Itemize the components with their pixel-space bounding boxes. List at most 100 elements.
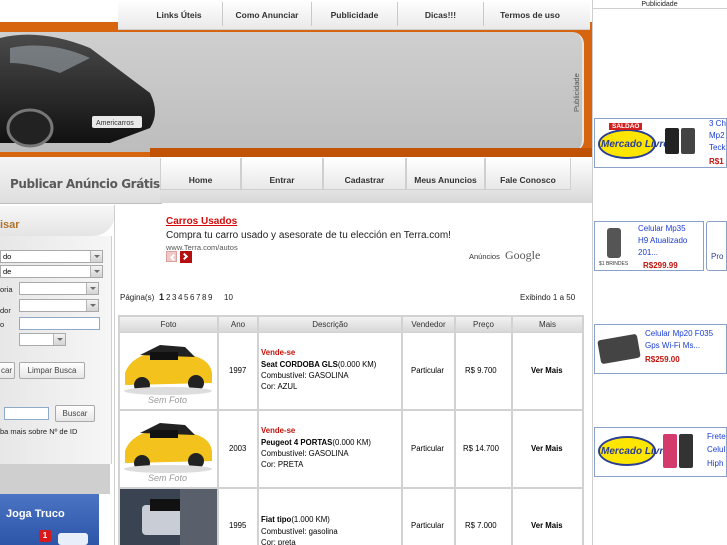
col-header-ano: Ano (219, 317, 257, 332)
chevron-down-icon (86, 300, 98, 311)
ad-link-line[interactable]: Teck (709, 142, 725, 154)
page-link-3[interactable]: 3 (172, 293, 176, 302)
banner-car-image: Americarros (0, 34, 155, 148)
row-color: Cor: AZUL (261, 382, 298, 391)
no-photo-label: Sem Foto (148, 473, 188, 483)
nav-cadastrar[interactable]: Cadastrar (323, 158, 406, 190)
row-title-line[interactable]: Seat CORDOBA GLS(0.000 KM) (261, 360, 376, 369)
page-link-6[interactable]: 6 (190, 293, 194, 302)
page-link-5[interactable]: 5 (184, 293, 188, 302)
row-price-cell: R$ 9.700 (456, 333, 511, 409)
search-select-2[interactable]: de (0, 265, 103, 278)
publicar-anuncio-link[interactable]: Publicar Anúncio Grátis (10, 177, 160, 191)
page-link-4[interactable]: 4 (178, 293, 182, 302)
id-help-text: ba mais sobre Nº de ID (0, 427, 78, 436)
ad-link-line[interactable]: Frete (707, 431, 726, 443)
nav-fale-conosco[interactable]: Fale Conosco (485, 158, 571, 190)
col-header-mais: Mais (513, 317, 582, 332)
page-link-9[interactable]: 9 (208, 293, 212, 302)
ad-link-line[interactable]: Celular Mp35 (638, 223, 686, 235)
ad-link-line[interactable]: Celul (707, 444, 725, 456)
ad-banner-4[interactable]: Mercado Livre Frete Celul Hiph (594, 427, 727, 477)
ad-next-button[interactable] (180, 251, 192, 263)
ad-link-line[interactable]: 201... (638, 247, 658, 259)
row-photo-cell: Sem Foto (120, 333, 217, 409)
top-nav-como-anunciar[interactable]: Como Anunciar (223, 0, 311, 28)
ad-title-link[interactable]: Carros Usados (166, 216, 237, 227)
top-nav-links-uteis[interactable]: Links Úteis (136, 0, 222, 28)
top-nav-publicidade[interactable]: Publicidade (312, 0, 397, 28)
search-select-4[interactable] (19, 333, 66, 346)
ad-banner-2-next[interactable]: Pro (706, 221, 727, 271)
row-seller-cell: Particular (403, 411, 454, 487)
page-link-8[interactable]: 8 (202, 293, 206, 302)
page-link-2[interactable]: 2 (166, 293, 170, 302)
ad-link-line[interactable]: H9 Atualizado (638, 235, 687, 247)
ad-price: R$299.99 (643, 261, 678, 270)
banner-advertising-label: Publicidade (572, 73, 581, 112)
col-header-foto: Foto (120, 317, 217, 332)
ad-banner-2[interactable]: $1 BRINDES Celular Mp35 H9 Atualizado 20… (594, 221, 704, 271)
phone-icon (597, 333, 641, 365)
ver-mais-link[interactable]: Ver Mais (531, 366, 563, 375)
ad-link-line[interactable]: Hiph (707, 458, 723, 470)
phone-icon (681, 128, 695, 154)
car-plate-text: Americarros (96, 120, 134, 127)
phone-icon (663, 434, 677, 468)
row-tag: Vende-se (261, 426, 296, 435)
google-logo: Google (505, 248, 541, 262)
category-select[interactable] (19, 282, 99, 295)
ad-banner-3[interactable]: Celular Mp20 F035 Gps Wi-Fi Ms... R$259.… (594, 324, 727, 374)
page-link-10[interactable]: 10 (224, 293, 233, 302)
ad-link-line[interactable]: Gps Wi-Fi Ms... (645, 340, 700, 352)
car-photo[interactable] (120, 489, 217, 545)
mercado-livre-text: Mercado Livre (601, 139, 669, 150)
search-select-3[interactable] (19, 299, 99, 312)
ad-link-line[interactable]: Celular Mp20 F035 (645, 328, 713, 340)
top-nav-dicas[interactable]: Dicas!!! (398, 0, 483, 28)
chevron-down-icon (86, 283, 98, 294)
ad-prev-button[interactable] (166, 251, 178, 262)
ver-mais-link[interactable]: Ver Mais (531, 521, 563, 530)
row-title-line[interactable]: Fiat tipo(1.000 KM) (261, 515, 330, 524)
row-price-cell: R$ 14.700 (456, 411, 511, 487)
joga-truco-title: Joga Truco (6, 508, 65, 520)
ad-link-line[interactable]: 3 Ch (709, 118, 726, 130)
row-seller-cell: Particular (403, 333, 454, 409)
page-link-1[interactable]: 1 (159, 292, 164, 302)
vendor-label: dor (0, 306, 11, 315)
row-more-cell: Ver Mais (513, 489, 582, 545)
search-select-1[interactable]: do (0, 250, 103, 263)
top-nav-termos-de-uso[interactable]: Termos de uso (484, 0, 576, 28)
row-price: R$ 7.000 (465, 521, 497, 530)
row-year: 1995 (229, 521, 247, 530)
nav-home[interactable]: Home (160, 158, 241, 190)
chevron-down-icon (53, 334, 65, 345)
page-link-7[interactable]: 7 (196, 293, 200, 302)
row-fuel: Combustível: GASOLINA (261, 449, 349, 458)
ver-mais-link[interactable]: Ver Mais (531, 444, 563, 453)
id-input[interactable] (4, 407, 49, 420)
search-button[interactable]: car (0, 362, 15, 379)
row-title-line[interactable]: Peugeot 4 PORTAS(0.000 KM) (261, 438, 371, 447)
results-summary: Exibindo 1 a 50 (520, 293, 576, 302)
search-panel-title: isar (0, 219, 20, 231)
nav-meus-anuncios[interactable]: Meus Anuncios (406, 158, 485, 190)
ad-next-text: Pro (711, 252, 724, 261)
ad-caption: $1 BRINDES (599, 261, 629, 267)
row-year-cell: 1997 (219, 333, 257, 409)
joga-truco-decoration (58, 533, 88, 545)
ad-link-line[interactable]: Mp2 (709, 130, 725, 142)
search-id-button[interactable]: Buscar (55, 405, 95, 422)
phone-icon (679, 434, 693, 468)
row-seller: Particular (411, 444, 444, 453)
ad-banner-1[interactable]: Mercado Livre SALDÃO 3 Ch Mp2 Teck R$1 (594, 118, 727, 168)
row-year-cell: 1995 (219, 489, 257, 545)
row-tag: Vende-se (261, 348, 296, 357)
no-photo-label: Sem Foto (148, 395, 188, 405)
clear-search-button[interactable]: Limpar Busca (19, 362, 85, 379)
ads-label[interactable]: Anúncios (469, 252, 500, 261)
nav-entrar[interactable]: Entrar (241, 158, 323, 190)
row-desc-cell: Vende-se Peugeot 4 PORTAS(0.000 KM) Comb… (259, 411, 401, 487)
search-text-input[interactable] (19, 317, 100, 330)
